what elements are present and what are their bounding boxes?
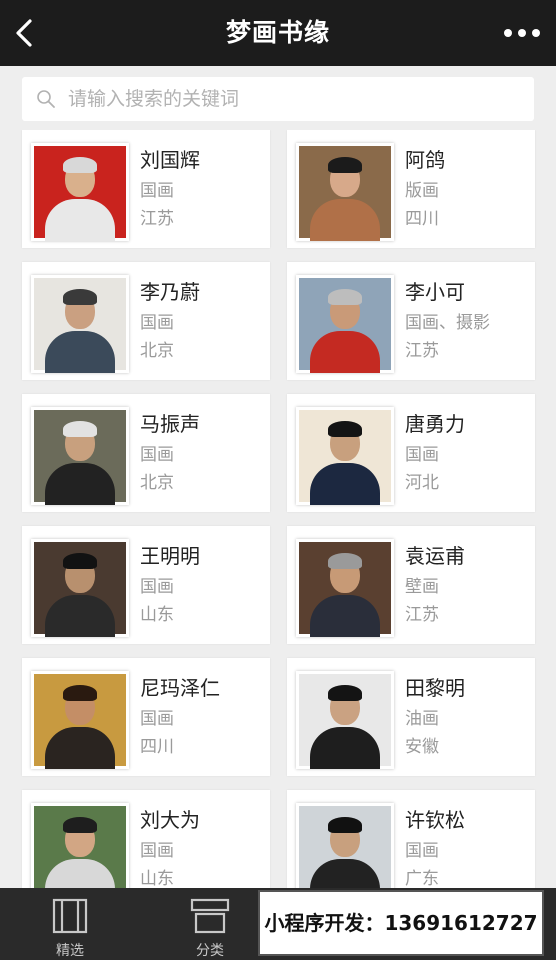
artist-category: 国画 (140, 181, 174, 201)
artist-photo (296, 803, 394, 888)
artist-name: 田黎明 (405, 676, 465, 700)
artist-location: 江苏 (405, 341, 439, 361)
artist-name: 王明明 (140, 544, 200, 568)
search-icon (37, 90, 55, 108)
promo-banner: 小程序开发：13691612727 (258, 890, 544, 956)
artist-name: 尼玛泽仁 (140, 676, 220, 700)
artist-card[interactable]: 许钦松 国画 广东 (287, 790, 535, 888)
artist-category: 国画 (140, 577, 174, 597)
search-bar[interactable] (22, 77, 534, 121)
artist-card[interactable]: 刘国辉 国画 江苏 (22, 130, 270, 248)
artist-card[interactable]: 王明明 国画 山东 (22, 526, 270, 644)
top-navigation-bar: 梦画书缘 (0, 0, 556, 66)
artist-photo (31, 407, 129, 505)
artist-card[interactable]: 唐勇力 国画 河北 (287, 394, 535, 512)
artist-card[interactable]: 李小可国画、摄影江苏 (287, 262, 535, 380)
page-title: 梦画书缘 (225, 18, 330, 47)
category-icon (190, 898, 230, 934)
tab-featured-label: 精选 (56, 943, 84, 959)
artist-name: 唐勇力 (405, 412, 465, 436)
artist-category: 壁画 (405, 577, 439, 597)
artist-name: 李小可 (405, 280, 465, 304)
tab-featured[interactable]: 精选 (0, 888, 140, 960)
artist-photo (296, 539, 394, 637)
artist-location: 河北 (405, 473, 439, 493)
artist-category: 国画 (140, 709, 174, 729)
artist-location: 山东 (140, 869, 174, 888)
artist-card[interactable]: 阿鸽 版画 四川 (287, 130, 535, 248)
featured-icon (52, 898, 88, 934)
artist-name: 刘国辉 (140, 148, 200, 172)
artist-photo (296, 275, 394, 373)
artist-card[interactable]: 李乃蔚 国画 北京 (22, 262, 270, 380)
artist-card[interactable]: 马振声 国画 北京 (22, 394, 270, 512)
artist-photo (31, 671, 129, 769)
artist-name: 马振声 (140, 412, 200, 436)
artist-location: 江苏 (405, 605, 439, 625)
artist-location: 北京 (140, 473, 174, 493)
artist-photo (296, 671, 394, 769)
artist-grid: 刘国辉 国画 江苏 阿鸽 版画 四川 李乃蔚 国画 北京 李小可 国画、摄影 江苏 马振声 国画 北京 唐勇力… (0, 130, 556, 888)
artist-category: 油画 (405, 709, 439, 729)
artist-category: 国画 (140, 445, 174, 465)
artist-card[interactable]: 尼玛泽仁 国画 四川 (22, 658, 270, 776)
artist-photo (31, 143, 129, 241)
artist-category: 国画 (405, 841, 439, 861)
artist-photo (31, 539, 129, 637)
artist-category: 国画 (140, 313, 174, 333)
ellipsis-icon (504, 29, 540, 37)
artist-name: 阿鸽 (405, 148, 445, 172)
artist-location: 广东 (405, 869, 439, 888)
artist-category: 国画 (405, 445, 439, 465)
artist-location: 山东 (140, 605, 174, 625)
artist-location: 四川 (405, 209, 439, 229)
artist-location: 北京 (140, 341, 174, 361)
artist-name: 刘大为 (140, 808, 200, 832)
artist-name: 许钦松 (405, 808, 465, 832)
artist-category: 版画 (405, 181, 439, 201)
artist-photo (296, 407, 394, 505)
artist-name: 李乃蔚 (140, 280, 200, 304)
artist-card[interactable]: 刘大为 国画 山东 (22, 790, 270, 888)
artist-location: 安徽 (405, 737, 439, 757)
artist-location: 江苏 (140, 209, 174, 229)
artist-photo (296, 143, 394, 241)
artist-photo (31, 803, 129, 888)
artist-category: 国画、摄影 (405, 313, 490, 333)
more-button[interactable] (500, 22, 544, 44)
artist-location: 四川 (140, 737, 174, 757)
artist-name: 袁运甫 (405, 544, 465, 568)
artist-card[interactable]: 田黎明 油画 安徽 (287, 658, 535, 776)
search-input[interactable] (68, 77, 518, 121)
artist-card[interactable]: 袁运甫 壁画 江苏 (287, 526, 535, 644)
artist-category: 国画 (140, 841, 174, 861)
artist-photo (31, 275, 129, 373)
